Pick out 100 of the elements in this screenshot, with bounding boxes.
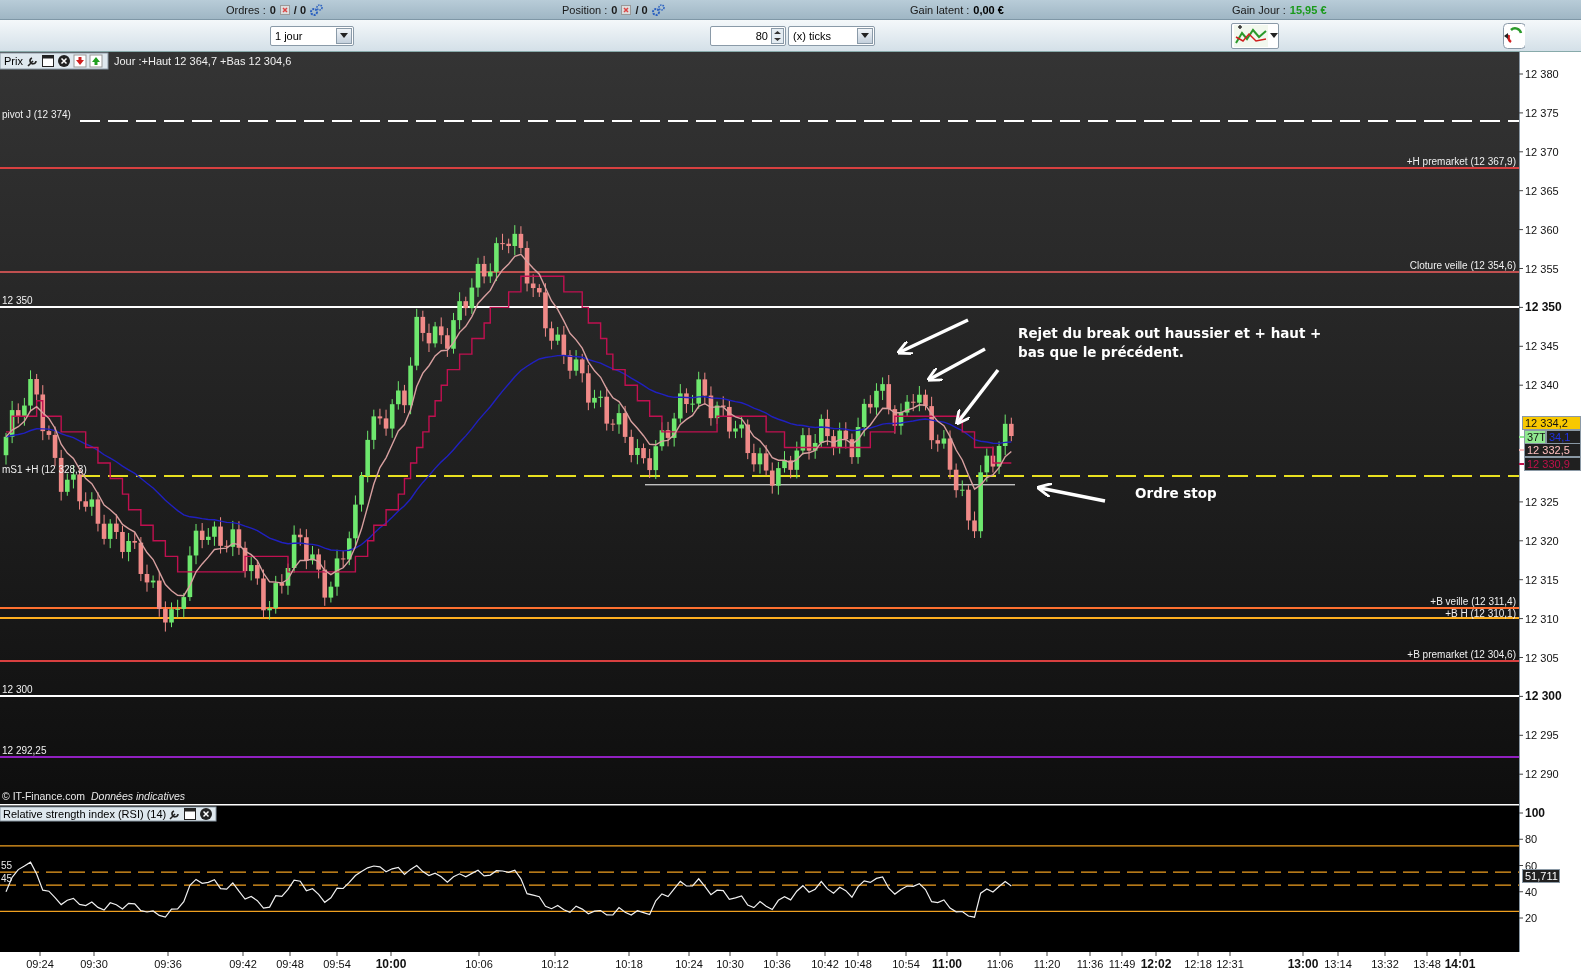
close-icon[interactable] (200, 808, 212, 820)
axis-label: 12:18 (1184, 958, 1212, 970)
annotation-text: Rejet du break out haussier et + haut + bas que le précédent. (1018, 324, 1323, 362)
level-label: 45 (1, 873, 13, 885)
level-label: 55 (1, 860, 13, 872)
status-value: 0,00 € (973, 3, 1004, 16)
axis-label: 12:02 (1140, 957, 1172, 971)
period-dropdown[interactable]: 1 jour (270, 25, 354, 46)
axis-label: 10:06 (465, 958, 493, 970)
axis-label: 09:36 (154, 958, 182, 970)
down-arrow-icon[interactable] (73, 54, 87, 68)
wrench-icon[interactable] (27, 57, 37, 67)
level-label: +B premarket (12 304,6) (1407, 649, 1516, 660)
axis-label: 12 300 (1525, 689, 1562, 704)
refresh-icon[interactable] (1503, 22, 1525, 49)
status-value: 0 (269, 3, 276, 16)
chart-type-button[interactable] (1231, 22, 1279, 49)
level-label: 12 292,25 (2, 745, 47, 756)
axis-label: 09:42 (229, 958, 257, 970)
axis-label: 12 295 (1525, 729, 1559, 742)
axis-label: 40 (1525, 885, 1538, 898)
axis-label: 13:00 (1287, 957, 1319, 971)
value-badge: 51,711 (1522, 869, 1560, 883)
axis-label: 12 355 (1525, 262, 1559, 275)
caret-icon (1270, 32, 1278, 39)
price-badge: 12 334,2 (1522, 416, 1581, 430)
axis-label: 10:18 (615, 958, 643, 970)
axis-label: 10:48 (844, 958, 872, 970)
indicator-title: Relative strength index (RSI) (14) (3, 808, 167, 820)
axis-label: 12 290 (1525, 768, 1559, 781)
window-icon[interactable] (42, 55, 54, 67)
axis-label: 10:42 (811, 958, 839, 970)
axis-label: 80 (1525, 833, 1538, 846)
axis-label: 10:36 (763, 958, 791, 970)
axis-label: 100 (1525, 806, 1546, 820)
axis-label: 11:06 (986, 958, 1014, 970)
tick-count-field[interactable]: 80 (710, 25, 786, 46)
wrench-icon[interactable] (169, 810, 179, 820)
status-label: Ordres : (226, 3, 266, 16)
level-label: +B veille (12 311,4) (1430, 596, 1516, 607)
axis-label: 12 360 (1525, 223, 1559, 236)
status-value: 15,95 € (1289, 3, 1327, 16)
axis-label: 09:30 (80, 958, 108, 970)
level-label: Cloture veille (12 354,6) (1409, 260, 1516, 271)
axis-label: 12 340 (1525, 379, 1559, 392)
axis-label: 10:54 (892, 958, 920, 970)
axis-label: 13:14 (1324, 958, 1352, 970)
status-label: Gain Jour : (1232, 3, 1286, 16)
panel-tab[interactable]: Prix (4, 55, 23, 67)
axis-label: 12 310 (1525, 612, 1559, 625)
status-label: Position : (562, 3, 608, 16)
axis-label: 12 305 (1525, 651, 1559, 664)
axis-label: 12 380 (1525, 68, 1559, 80)
axis-label: 13:32 (1371, 958, 1399, 970)
tick-badge: 37T (1524, 430, 1546, 444)
axis-label: 12 365 (1525, 184, 1559, 197)
axis-label: 10:00 (375, 957, 407, 971)
axis-label: 12 320 (1525, 534, 1559, 547)
level-label: 12 300 (2, 684, 33, 695)
axis-label: 12 350 (1525, 300, 1562, 315)
status-value: / 0 (635, 3, 648, 16)
status-value: / 0 (293, 3, 307, 16)
axis-label: 09:48 (276, 958, 304, 970)
level-label: 12 350 (2, 295, 33, 306)
annotation-arrow (1035, 481, 1106, 503)
panel-header: Jour :+Haut 12 364,7 +Bas 12 304,6 (114, 55, 292, 67)
axis-label: 12 315 (1525, 573, 1559, 586)
axis-label: 09:24 (26, 958, 54, 970)
caret-icon (857, 27, 873, 44)
axis-label: 09:54 (323, 958, 351, 970)
price-badge: 34,1 (1546, 430, 1581, 444)
axis-label: 11:49 (1108, 958, 1136, 970)
axis-label: 20 (1525, 912, 1538, 924)
axis-label: 12 375 (1525, 106, 1559, 119)
level-label: +B H (12 310,1) (1445, 607, 1516, 619)
axis-label: 12 345 (1525, 340, 1559, 353)
axis-label: 12:31 (1216, 958, 1244, 970)
window-icon[interactable] (184, 808, 196, 820)
annotation-text: Ordre stop (1135, 484, 1217, 503)
copyright-text: © IT-Finance.com (2, 790, 85, 802)
axis-label: 12 325 (1525, 495, 1559, 508)
price-badge: 12 332,5 (1524, 443, 1581, 457)
status-value: 0 (611, 3, 618, 16)
spinner-icon[interactable] (771, 27, 784, 44)
axis-label: 10:12 (541, 958, 569, 970)
settings-icon[interactable] (651, 3, 665, 16)
chart-icon (1234, 24, 1268, 47)
caret-icon (336, 27, 352, 44)
axis-label: 13:48 (1413, 958, 1441, 970)
axis-label: 14:01 (1444, 957, 1476, 971)
price-badge: 12 330,9 (1524, 457, 1581, 471)
close-icon[interactable] (58, 55, 70, 67)
axis-label: 10:30 (716, 958, 744, 970)
status-label: Gain latent : (910, 3, 970, 16)
level-label: +H premarket (12 367,9) (1406, 156, 1516, 167)
axis-label: 11:36 (1076, 958, 1104, 970)
up-arrow-icon[interactable] (89, 54, 103, 68)
level-label: pivot J (12 374) (2, 109, 71, 120)
settings-icon[interactable] (310, 3, 324, 16)
tick-unit-dropdown[interactable]: (x) ticks (788, 25, 875, 46)
